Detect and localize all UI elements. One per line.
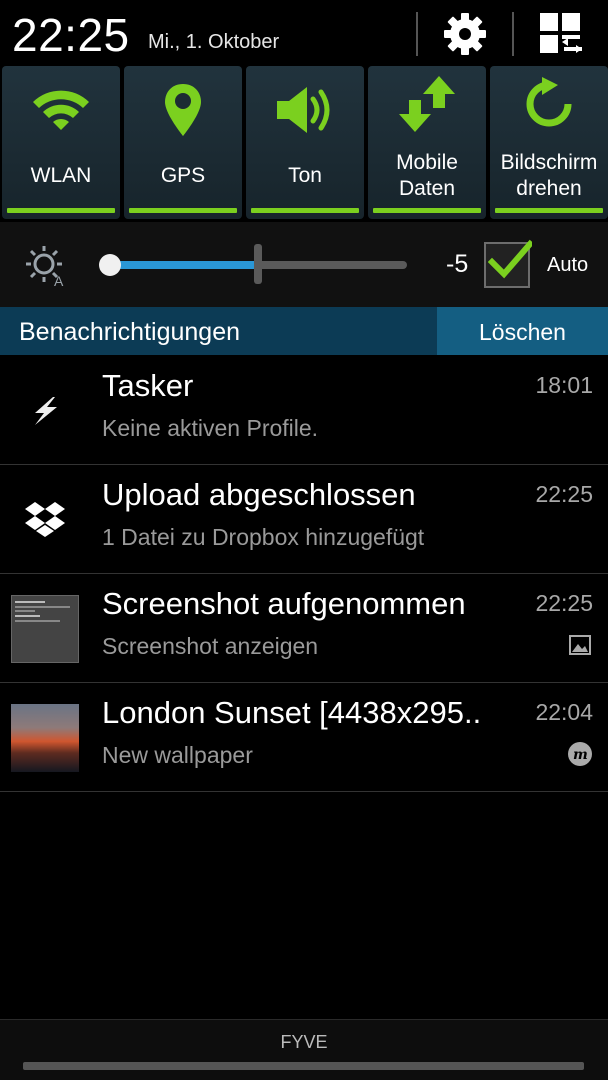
toggle-label-line2: Daten	[398, 177, 456, 200]
svg-text:A: A	[54, 273, 64, 288]
carrier-label: FYVE	[280, 1032, 328, 1052]
checkmark-icon	[488, 239, 532, 279]
clock: 22:25	[12, 9, 130, 61]
toggle-rotate-screen[interactable]: Bildschirm drehen	[490, 66, 608, 219]
notification-title: Tasker	[102, 368, 194, 403]
notification-title: London Sunset [4438x295..	[102, 695, 482, 730]
notification-time: 18:01	[535, 372, 593, 398]
brightness-row: A -5 Auto	[0, 222, 608, 307]
toggle-label: GPS	[160, 164, 206, 187]
brightness-value: -5	[446, 250, 469, 278]
rotate-icon	[526, 77, 572, 127]
drag-handle[interactable]	[23, 1062, 584, 1070]
notification-title: Screenshot aufgenommen	[102, 586, 466, 621]
notification-dropbox-upload[interactable]: Upload abgeschlossen 1 Datei zu Dropbox …	[0, 465, 608, 574]
settings-button[interactable]	[437, 8, 493, 60]
notification-time: 22:25	[535, 590, 593, 616]
notification-screenshot[interactable]: Screenshot aufgenommen Screenshot anzeig…	[0, 574, 608, 683]
status-header: 22:25 Mi., 1. Oktober	[0, 0, 608, 66]
svg-text:m: m	[573, 747, 588, 763]
toggle-label: WLAN	[30, 164, 92, 187]
brightness-slider-fill	[108, 261, 258, 269]
notification-subtitle: New wallpaper	[102, 742, 253, 768]
bottom-bar: FYVE	[0, 1019, 608, 1080]
auto-brightness-checkbox[interactable]	[484, 239, 532, 288]
date: Mi., 1. Oktober	[148, 31, 280, 53]
auto-brightness-icon: A	[24, 244, 68, 289]
quick-toggles: WLAN GPS Ton Mobile Daten Bildschirm dre…	[0, 66, 608, 222]
notification-title: Upload abgeschlossen	[102, 477, 416, 512]
toggle-active-indicator	[495, 208, 603, 213]
divider	[416, 12, 418, 56]
toggle-wlan[interactable]: WLAN	[2, 66, 120, 219]
dropbox-icon	[10, 485, 80, 555]
notification-subtitle: 1 Datei zu Dropbox hinzugefügt	[102, 524, 425, 550]
notification-wallpaper[interactable]: London Sunset [4438x295.. New wallpaper …	[0, 683, 608, 792]
toggle-label-line1: Bildschirm	[500, 151, 598, 174]
notification-subtitle: Keine aktiven Profile.	[102, 415, 319, 441]
lightning-icon	[10, 376, 80, 446]
notifications-header: Benachrichtigungen Löschen	[0, 307, 608, 355]
toggle-active-indicator	[251, 208, 359, 213]
toggle-active-indicator	[7, 208, 115, 213]
location-pin-icon	[165, 84, 201, 136]
toggle-label-line2: drehen	[516, 177, 582, 200]
quick-settings-grid-button[interactable]	[533, 8, 589, 60]
toggle-label-line1: Mobile	[396, 151, 458, 174]
divider	[512, 12, 514, 56]
wifi-icon	[33, 90, 89, 130]
notifications-title: Benachrichtigungen	[19, 318, 240, 346]
toggle-mobile-data[interactable]: Mobile Daten	[368, 66, 486, 219]
image-icon	[567, 632, 593, 658]
clear-notifications-button[interactable]: Löschen	[437, 307, 608, 355]
toggle-active-indicator	[129, 208, 237, 213]
notification-time: 22:25	[535, 481, 593, 507]
toggle-gps[interactable]: GPS	[124, 66, 242, 219]
toggle-active-indicator	[373, 208, 481, 213]
muzei-icon: m	[567, 741, 593, 767]
gear-icon	[444, 13, 486, 55]
sunset-thumbnail	[10, 703, 80, 773]
notification-tasker[interactable]: Tasker Keine aktiven Profile. 18:01	[0, 356, 608, 465]
notification-time: 22:04	[535, 699, 593, 725]
notification-subtitle: Screenshot anzeigen	[102, 633, 319, 659]
toggle-label: Ton	[288, 164, 322, 187]
quick-settings-grid-icon	[540, 13, 582, 53]
volume-icon	[277, 87, 330, 133]
brightness-slider-knob[interactable]	[99, 254, 121, 276]
auto-brightness-label: Auto	[547, 254, 589, 276]
brightness-slider-marker[interactable]	[253, 244, 262, 284]
toggle-sound[interactable]: Ton	[246, 66, 364, 219]
brightness-slider[interactable]	[99, 244, 407, 284]
screenshot-thumbnail	[10, 594, 80, 664]
mobile-data-icon	[399, 76, 455, 132]
